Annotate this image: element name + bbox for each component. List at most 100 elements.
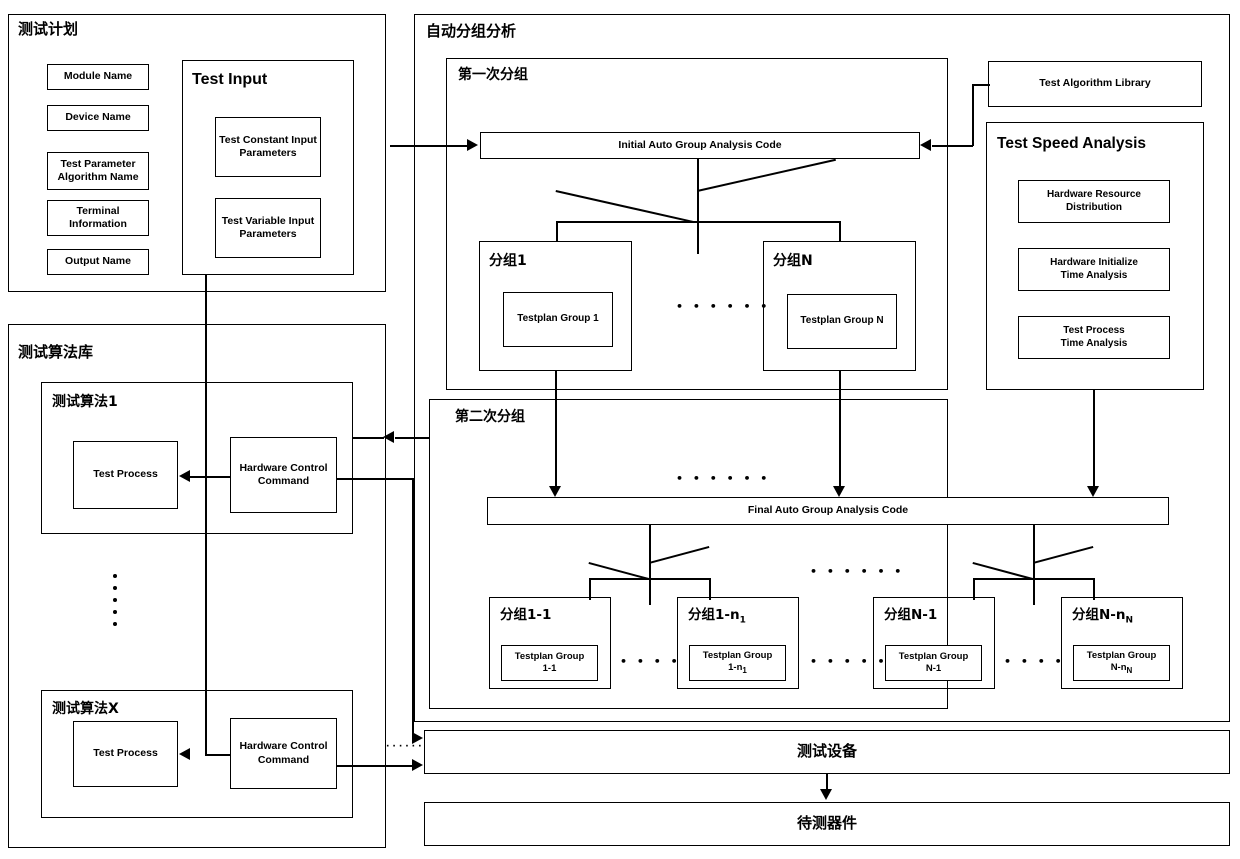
connector-talib-vertical bbox=[972, 84, 974, 146]
field-terminal-information: Terminal Information bbox=[47, 200, 149, 236]
group-1-n-testplan-line1: Testplan Group bbox=[702, 650, 773, 662]
group-n-title: 分组N bbox=[773, 253, 813, 269]
group-1-1-title: 分组1-1 bbox=[500, 603, 551, 623]
algorithm-x-title: 测试算法X bbox=[52, 701, 119, 717]
arrowhead-algx-hw-to-process bbox=[179, 748, 190, 760]
diagram-canvas: 测试计划 Module Name Device Name Test Parame… bbox=[0, 0, 1240, 859]
algorithm-1-hardware-control-command: Hardware Control Command bbox=[230, 437, 337, 513]
arrowhead-equipment-to-dut bbox=[820, 789, 832, 800]
group-1-title: 分组1 bbox=[489, 253, 527, 269]
group-1-n-title: 分组1-n1 bbox=[688, 603, 746, 626]
group-1-1-testplan: Testplan Group 1-1 bbox=[501, 645, 598, 681]
algorithm-1-title: 测试算法1 bbox=[52, 394, 118, 410]
test-constant-input-parameters: Test Constant Input Parameters bbox=[215, 117, 321, 177]
group-n-n-title-sub: N bbox=[1125, 615, 1134, 626]
device-under-test-box: 待测器件 bbox=[424, 802, 1230, 846]
group-1-1-testplan-line2: 1-1 bbox=[542, 663, 557, 674]
hardware-initialize-time-analysis-line2: Time Analysis bbox=[1060, 269, 1128, 281]
group-1-n-testplan-sub: 1 bbox=[742, 665, 747, 675]
second-grouping-top-ellipsis: • • • • • • bbox=[676, 472, 771, 485]
connector-initial-code-stem bbox=[697, 159, 699, 254]
algorithm-x-test-process: Test Process bbox=[73, 721, 178, 787]
algorithm-x-hardware-control-command-text: Hardware Control Command bbox=[239, 740, 328, 766]
algorithm-1-hardware-control-command-text: Hardware Control Command bbox=[239, 461, 328, 487]
group-n-1-testplan: Testplan Group N-1 bbox=[885, 645, 982, 681]
test-algorithm-library-box: Test Algorithm Library bbox=[988, 61, 1202, 107]
connector-hwx-out bbox=[337, 765, 413, 767]
connector-group1-to-final bbox=[555, 371, 557, 487]
connector-talib-into-code bbox=[932, 145, 973, 147]
test-variable-input-parameters: Test Variable Input Parameters bbox=[215, 198, 321, 258]
connector-hw1-down bbox=[412, 478, 414, 738]
hardware-resource-distribution-line1: Hardware Resource bbox=[1047, 189, 1141, 200]
group-1-n-testplan-line2-wrap: 1-n1 bbox=[728, 662, 747, 676]
arrowhead-talib-into-code bbox=[920, 139, 931, 151]
test-equipment-box: 测试设备 bbox=[424, 730, 1230, 774]
group-1-n-testplan: Testplan Group 1-n1 bbox=[689, 645, 786, 681]
connector-initial-code-right-drop bbox=[839, 221, 841, 241]
test-speed-analysis-title: Test Speed Analysis bbox=[997, 135, 1147, 152]
arrowhead-groupn-to-final bbox=[833, 486, 845, 497]
test-process-time-analysis-line1: Test Process bbox=[1063, 325, 1125, 336]
group-n-1-testplan-line2: N-1 bbox=[925, 663, 942, 674]
group-1-1-testplan-line1: Testplan Group bbox=[514, 651, 585, 663]
group-n-1-title-text: 分组N-1 bbox=[884, 607, 938, 623]
group-n-n-testplan-line2: N-n bbox=[1110, 661, 1127, 673]
group-n-n-title: 分组N-nN bbox=[1072, 603, 1133, 626]
field-test-parameter-algorithm-name: Test Parameter Algorithm Name bbox=[47, 152, 149, 190]
connector-talib-to-lib-box bbox=[972, 84, 990, 86]
connector-alg1-hw-to-process bbox=[190, 476, 230, 478]
final-auto-group-analysis-code: Final Auto Group Analysis Code bbox=[487, 497, 1169, 525]
hardware-initialize-time-analysis: Hardware Initialize Time Analysis bbox=[1018, 248, 1170, 291]
connector-testinput-to-code bbox=[390, 145, 468, 147]
initial-auto-group-analysis-code: Initial Auto Group Analysis Code bbox=[480, 132, 920, 159]
algorithm-x-hardware-control-command: Hardware Control Command bbox=[230, 718, 337, 789]
test-process-time-analysis-line2: Time Analysis bbox=[1060, 337, 1128, 349]
test-plan-title: 测试计划 bbox=[18, 20, 79, 38]
arrowhead-alg1-hw-to-process bbox=[179, 470, 190, 482]
group-n-testplan: Testplan Group N bbox=[787, 294, 897, 349]
group-n-n-title-text: 分组N-n bbox=[1072, 607, 1126, 623]
connector-groupn-to-final bbox=[839, 371, 841, 487]
hardware-resource-distribution-line2: Distribution bbox=[1065, 201, 1123, 213]
arrowhead-testinput-to-code bbox=[467, 139, 478, 151]
field-output-name: Output Name bbox=[47, 249, 149, 275]
connector-test-input-trunk bbox=[205, 275, 207, 754]
first-grouping-title: 第一次分组 bbox=[458, 67, 528, 83]
group-1-n-title-sub: 1 bbox=[739, 615, 746, 626]
equipment-input-ellipsis: ······ bbox=[386, 742, 425, 752]
first-grouping-ellipsis: • • • • • • bbox=[676, 300, 771, 313]
group-1-n-title-text: 分组1-n bbox=[688, 607, 740, 623]
test-constant-input-parameters-text: Test Constant Input Parameters bbox=[219, 133, 317, 159]
hardware-initialize-time-analysis-line1: Hardware Initialize bbox=[1050, 257, 1138, 268]
connector-hw1-out bbox=[337, 478, 414, 480]
algorithm-1-test-process: Test Process bbox=[73, 441, 178, 509]
algorithm-library-title: 测试算法库 bbox=[18, 343, 94, 361]
field-module-name: Module Name bbox=[47, 64, 149, 90]
group-n-n-testplan-line1: Testplan Group bbox=[1086, 650, 1157, 662]
hardware-resource-distribution: Hardware Resource Distribution bbox=[1018, 180, 1170, 223]
arrowhead-secondgroup-to-alglib bbox=[383, 431, 394, 443]
connector-algx-hw-to-process bbox=[205, 754, 230, 756]
group-n-n-testplan-line2-wrap: N-nN bbox=[1111, 662, 1133, 676]
group-n-n-testplan-sub: N bbox=[1126, 665, 1133, 675]
auto-group-analysis-title: 自动分组分析 bbox=[426, 22, 517, 40]
mid-groups-ellipsis: • • • • • • bbox=[810, 565, 905, 578]
connector-speed-analysis-to-final bbox=[1093, 390, 1095, 487]
algorithm-library-ellipsis bbox=[113, 570, 117, 630]
arrowhead-hwx-to-equipment bbox=[412, 759, 423, 771]
field-terminal-information-text: Terminal Information bbox=[69, 204, 127, 230]
group-1-1-title-text: 分组1-1 bbox=[500, 607, 552, 623]
field-test-parameter-algorithm-name-text: Test Parameter Algorithm Name bbox=[57, 157, 139, 183]
connector-alglib-inner-reach bbox=[353, 437, 384, 439]
group-1-testplan: Testplan Group 1 bbox=[503, 292, 613, 347]
second-grouping-title: 第二次分组 bbox=[455, 409, 525, 425]
arrowhead-group1-to-final bbox=[549, 486, 561, 497]
group-n-n-testplan: Testplan Group N-nN bbox=[1073, 645, 1170, 681]
test-variable-input-parameters-text: Test Variable Input Parameters bbox=[221, 214, 315, 240]
connector-secondgroup-to-alglib bbox=[395, 437, 430, 439]
group-1-n-testplan-line2: 1-n bbox=[728, 661, 743, 673]
test-input-title: Test Input bbox=[192, 71, 268, 88]
group-n-1-title: 分组N-1 bbox=[884, 603, 937, 623]
group-n-1-testplan-line1: Testplan Group bbox=[898, 651, 969, 663]
